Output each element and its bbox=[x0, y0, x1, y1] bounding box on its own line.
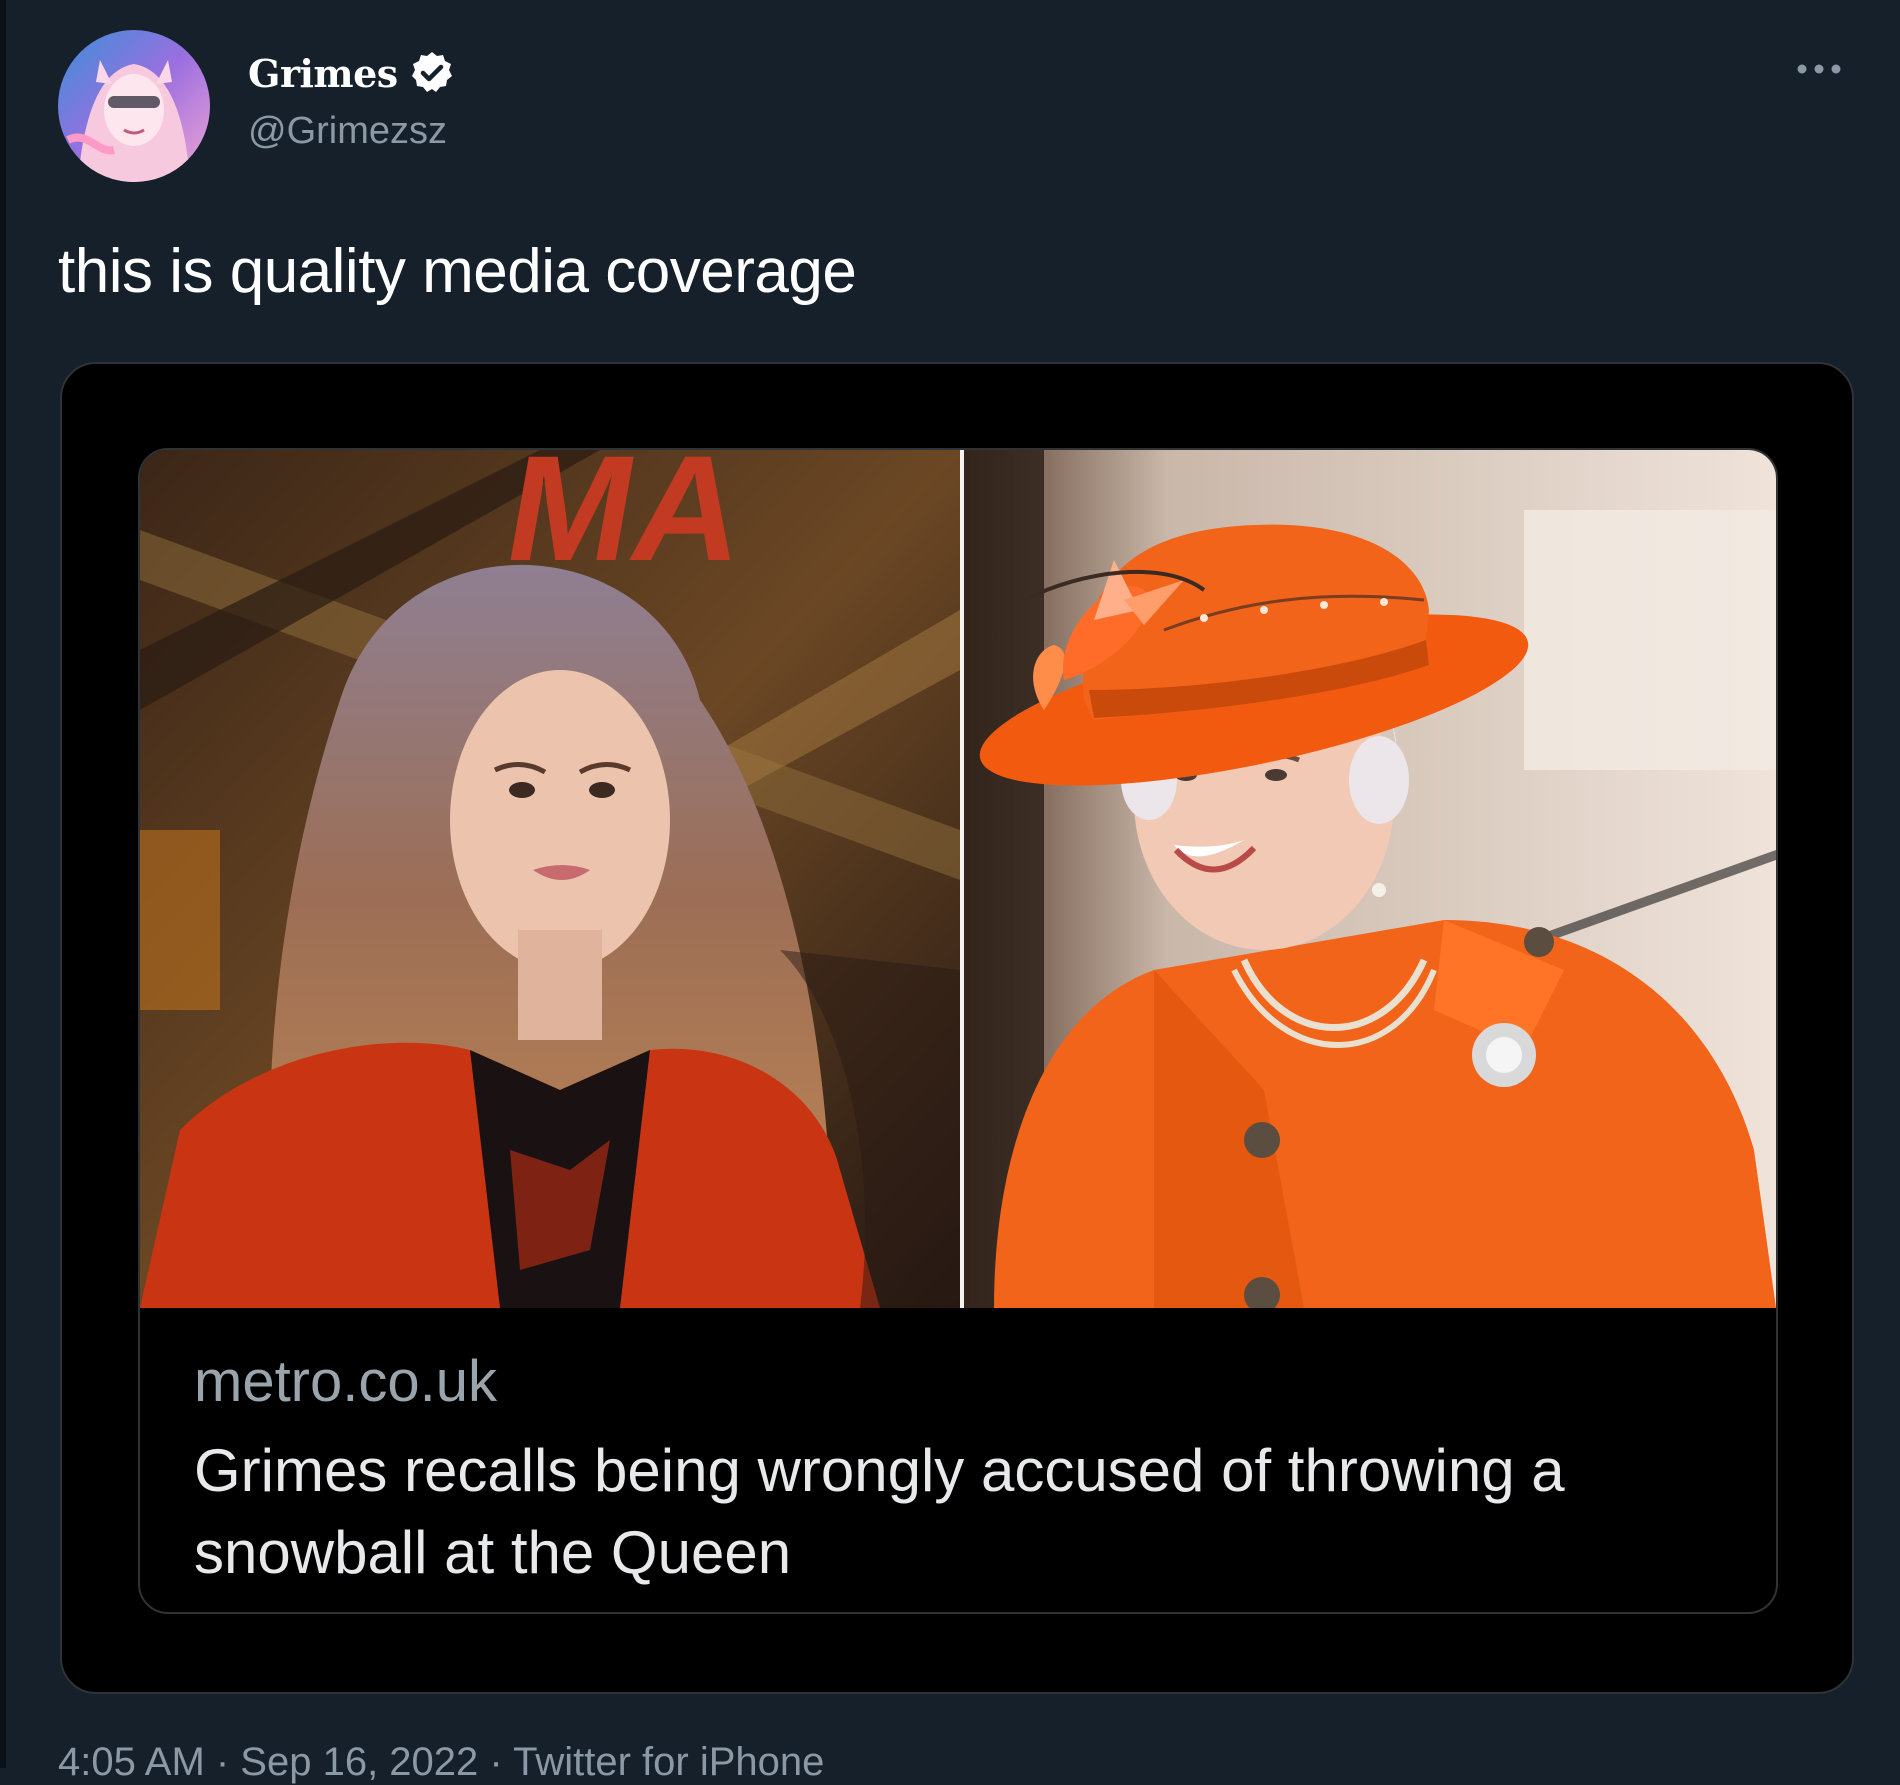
author-display-name[interactable]: Grimes bbox=[248, 51, 398, 96]
link-card-title[interactable]: Grimes recalls being wrongly accused of … bbox=[194, 1430, 1734, 1594]
link-card-domain[interactable]: metro.co.uk bbox=[194, 1348, 497, 1415]
tweet-text: this is quality media coverage bbox=[58, 237, 857, 306]
author-handle[interactable]: @Grimezsz bbox=[248, 110, 447, 153]
tweet-timestamp[interactable]: 4:05 AM · Sep 16, 2022 · Twitter for iPh… bbox=[58, 1740, 824, 1785]
media-container: MA metro.co.uk Grimes recalls being wron… bbox=[60, 362, 1854, 1694]
verified-badge-icon bbox=[411, 52, 452, 92]
more-horizontal-icon[interactable] bbox=[1794, 58, 1844, 80]
author-avatar[interactable] bbox=[58, 30, 210, 182]
photo-grimes: MA bbox=[140, 450, 960, 1308]
tweet[interactable]: Grimes @Grimezsz this is quality media c… bbox=[0, 0, 1900, 1784]
photo-queen bbox=[964, 450, 1776, 1308]
author-name-row[interactable]: Grimes bbox=[248, 48, 456, 98]
link-card-image[interactable]: MA bbox=[140, 450, 1776, 1308]
link-card[interactable]: MA metro.co.uk Grimes recalls being wron… bbox=[138, 448, 1778, 1614]
